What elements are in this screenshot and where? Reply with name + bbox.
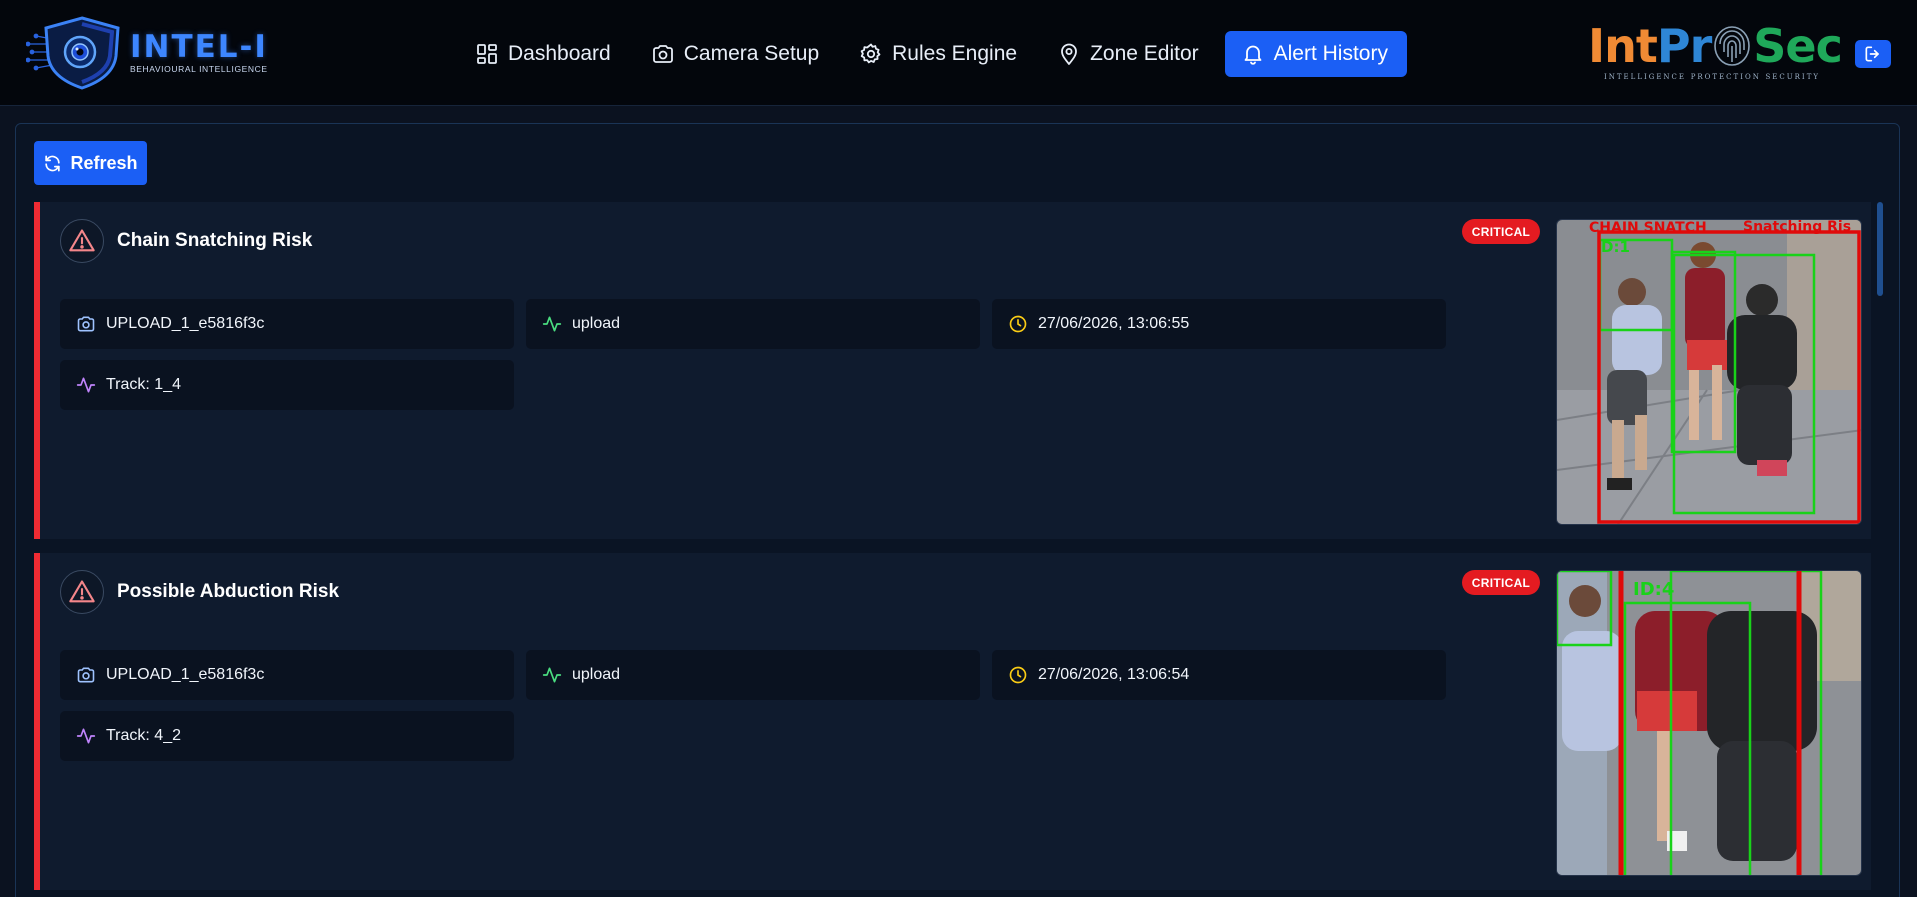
timestamp: 27/06/2026, 13:06:55: [1038, 315, 1190, 332]
brand-name: INTEL-I: [130, 28, 268, 65]
severity-badge: CRITICAL: [1462, 570, 1540, 595]
alert-snapshot[interactable]: ID:4: [1556, 570, 1862, 876]
timestamp-chip: 27/06/2026, 13:06:54: [992, 650, 1446, 700]
partner-logo: Int Pr Sec INTELLIGENCE PROTECTION SECUR…: [1588, 20, 1844, 88]
partner-tag-intelligence: INTELLIGENCE: [1604, 73, 1687, 81]
alert-card[interactable]: Chain Snatching Risk CRITICAL UPLOAD_1_e…: [34, 202, 1871, 539]
timestamp-chip: 27/06/2026, 13:06:55: [992, 299, 1446, 349]
top-navbar: INTEL-I BEHAVIOURAL INTELLIGENCE Dashboa…: [0, 0, 1917, 106]
shield-eye-logo-icon: [26, 16, 120, 90]
refresh-button[interactable]: Refresh: [34, 141, 147, 185]
track-id: Track: 1_4: [106, 376, 181, 393]
track-id: Track: 4_2: [106, 727, 181, 744]
brand-logo[interactable]: INTEL-I BEHAVIOURAL INTELLIGENCE: [26, 14, 276, 90]
nav-alert-history-label: Alert History: [1273, 42, 1388, 65]
nav-camera-setup-label: Camera Setup: [683, 42, 820, 65]
source-label: upload: [572, 666, 621, 683]
warning-icon-container: [60, 570, 104, 614]
partner-word-sec: Sec: [1753, 19, 1843, 73]
severity-badge: CRITICAL: [1462, 219, 1540, 244]
warning-triangle-icon: [69, 229, 95, 252]
map-pin-icon: [1061, 43, 1077, 65]
camera-id: UPLOAD_1_e5816f3c: [106, 666, 265, 683]
logout-button[interactable]: [1855, 40, 1891, 68]
gear-icon: [860, 43, 881, 64]
source-label: upload: [572, 315, 621, 332]
timestamp: 27/06/2026, 13:06:54: [1038, 666, 1190, 683]
source-chip: upload: [526, 650, 980, 700]
camera-chip: UPLOAD_1_e5816f3c: [60, 650, 514, 700]
overlay-text-2: Snatching Ris: [1743, 220, 1851, 235]
overlay-track-id: ID:4: [1633, 579, 1674, 600]
clock-icon: [1009, 315, 1027, 333]
camera-icon: [77, 316, 95, 332]
fingerprint-icon: [1714, 26, 1751, 66]
source-chip: upload: [526, 299, 980, 349]
activity-icon: [76, 728, 96, 744]
snapshot-image: CHAIN SNATCH Snatching Ris D:1: [1557, 220, 1861, 524]
camera-icon: [77, 667, 95, 683]
nav-zone-editor-label: Zone Editor: [1090, 42, 1199, 65]
clock-icon: [1009, 666, 1027, 684]
snapshot-image: ID:4: [1557, 571, 1861, 875]
grid-icon: [477, 44, 497, 64]
activity-icon: [542, 667, 562, 683]
track-chip: Track: 4_2: [60, 711, 514, 761]
partner-word-pro: Pr: [1656, 19, 1712, 73]
scrollbar-thumb[interactable]: [1877, 202, 1883, 296]
nav-dashboard[interactable]: Dashboard: [461, 31, 625, 77]
warning-triangle-icon: [69, 580, 95, 603]
nav-alert-history[interactable]: Alert History: [1224, 31, 1407, 77]
overlay-track-id: D:1: [1601, 238, 1630, 256]
main-nav: Dashboard Camera Setup Rules Engine Zone…: [461, 31, 1419, 77]
nav-rules-engine-label: Rules Engine: [892, 42, 1018, 65]
logout-icon: [1865, 46, 1879, 62]
partner-tag-security: SECURITY: [1765, 73, 1820, 81]
overlay-text-1: CHAIN SNATCH: [1589, 220, 1707, 236]
nav-dashboard-label: Dashboard: [508, 42, 611, 65]
activity-icon: [76, 377, 96, 393]
camera-id: UPLOAD_1_e5816f3c: [106, 315, 265, 332]
bell-icon: [1244, 45, 1262, 65]
warning-icon-container: [60, 219, 104, 263]
refresh-label: Refresh: [70, 152, 138, 173]
alert-title: Possible Abduction Risk: [117, 581, 340, 602]
partner-tag-protection: PROTECTION: [1690, 73, 1761, 81]
alert-snapshot[interactable]: CHAIN SNATCH Snatching Ris D:1: [1556, 219, 1862, 525]
activity-icon: [542, 316, 562, 332]
partner-word-int: Int: [1588, 19, 1658, 73]
camera-icon: [652, 45, 673, 63]
brand-tagline: BEHAVIOURAL INTELLIGENCE: [130, 63, 268, 74]
nav-rules-engine[interactable]: Rules Engine: [845, 31, 1031, 77]
nav-camera-setup[interactable]: Camera Setup: [637, 31, 833, 77]
alert-card[interactable]: Possible Abduction Risk CRITICAL UPLOAD_…: [34, 553, 1871, 890]
refresh-icon: [45, 155, 61, 171]
track-chip: Track: 1_4: [60, 360, 514, 410]
camera-chip: UPLOAD_1_e5816f3c: [60, 299, 514, 349]
alert-title: Chain Snatching Risk: [117, 230, 313, 251]
nav-zone-editor[interactable]: Zone Editor: [1043, 31, 1213, 77]
